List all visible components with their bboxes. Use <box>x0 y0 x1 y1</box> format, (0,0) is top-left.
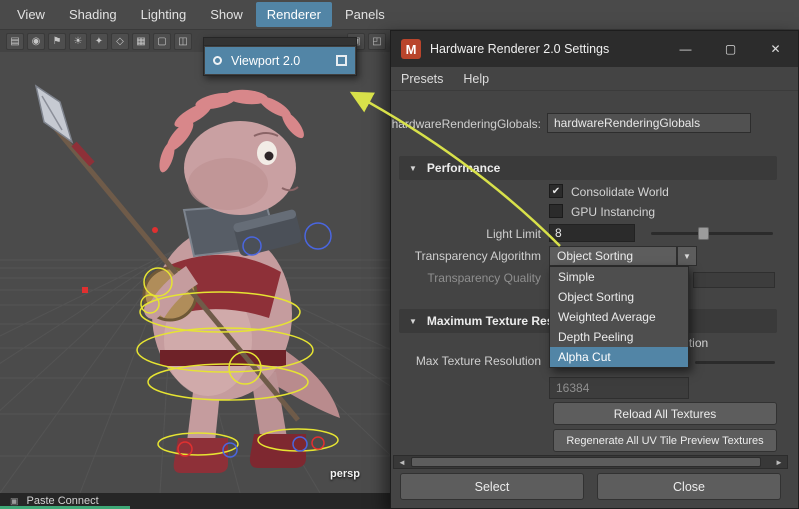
camera-icon[interactable]: ◉ <box>27 32 45 50</box>
check-icon: ✔ <box>551 185 561 197</box>
move-tool-icon[interactable]: ✦ <box>90 32 108 50</box>
grid-toggle-icon[interactable]: ▦ <box>132 32 150 50</box>
gpu-instancing-checkbox[interactable] <box>549 204 563 218</box>
dropdown-arrow-button[interactable]: ▼ <box>677 246 697 266</box>
film-icon[interactable]: ▤ <box>6 32 24 50</box>
dialog-menubar: Presets Help <box>391 67 798 91</box>
globals-field[interactable]: hardwareRenderingGlobals <box>547 113 751 133</box>
max-texture-resolution-label: Max Texture Resolution <box>415 354 541 368</box>
dropdown-option-weighted-average[interactable]: Weighted Average <box>550 307 688 327</box>
menu-shading[interactable]: Shading <box>58 2 128 27</box>
menu-item-label: Viewport 2.0 <box>231 53 301 68</box>
character-model[interactable] <box>34 84 340 473</box>
wireframe-cube-icon[interactable]: ◰ <box>368 32 386 50</box>
chevron-down-icon: ▼ <box>683 251 691 261</box>
clipboard-icon: ▣ <box>10 495 19 506</box>
light-limit-input[interactable] <box>549 224 635 242</box>
scroll-left-icon[interactable]: ◄ <box>394 456 410 468</box>
transparency-algorithm-label: Transparency Algorithm <box>414 249 541 263</box>
camera-label: persp <box>330 468 360 480</box>
close-window-button[interactable]: ✕ <box>753 31 798 67</box>
menu-renderer[interactable]: Renderer <box>255 2 332 27</box>
dropdown-option-depth-peeling[interactable]: Depth Peeling <box>550 327 688 347</box>
transparency-algorithm-option-list: Simple Object Sorting Weighted Average D… <box>549 266 689 368</box>
dropdown-option-simple[interactable]: Simple <box>550 267 688 287</box>
light-limit-label: Light Limit <box>486 227 541 241</box>
menu-help[interactable]: Help <box>453 72 499 86</box>
section-performance-title: Performance <box>426 161 501 175</box>
option-box-icon[interactable] <box>336 55 347 66</box>
menu-tearoff-strip[interactable] <box>204 38 356 46</box>
scroll-right-icon[interactable]: ► <box>771 456 787 468</box>
viewport-canvas[interactable] <box>0 52 390 493</box>
minimize-button[interactable]: — <box>663 31 708 67</box>
globals-label: hardwareRenderingGlobals: <box>391 117 541 131</box>
collapse-arrow-icon: ▼ <box>409 316 417 326</box>
transparency-quality-disabled-slider <box>693 272 775 288</box>
menu-show[interactable]: Show <box>199 2 254 27</box>
snap-icon[interactable]: ◇ <box>111 32 129 50</box>
menu-presets[interactable]: Presets <box>391 72 453 86</box>
max-texture-resolution-slider[interactable] <box>695 361 775 364</box>
dropdown-option-alpha-cut[interactable]: Alpha Cut <box>550 347 688 367</box>
dropdown-option-object-sorting[interactable]: Object Sorting <box>550 287 688 307</box>
select-button[interactable]: Select <box>400 473 584 500</box>
consolidate-world-checkbox[interactable]: ✔ <box>549 184 563 198</box>
hardware-renderer-settings-dialog: M Hardware Renderer 2.0 Settings — ▢ ✕ P… <box>390 30 799 509</box>
panel-menubar: View Shading Lighting Show Renderer Pane… <box>0 0 799 30</box>
transparency-quality-label: Transparency Quality <box>427 271 541 285</box>
renderer-menu-panel: Viewport 2.0 <box>203 37 357 76</box>
max-texture-resolution-value-field: 16384 <box>549 377 689 399</box>
horizontal-scrollbar[interactable]: ◄ ► <box>393 455 788 469</box>
maya-app-icon: M <box>401 39 421 59</box>
consolidate-world-label: Consolidate World <box>571 185 669 199</box>
menu-lighting[interactable]: Lighting <box>130 2 198 27</box>
gpu-instancing-label: GPU Instancing <box>571 205 656 219</box>
regenerate-uv-previews-button[interactable]: Regenerate All UV Tile Preview Textures <box>553 429 777 452</box>
single-pane-icon[interactable]: ▢ <box>153 32 171 50</box>
reload-all-textures-button[interactable]: Reload All Textures <box>553 402 777 425</box>
menu-panels[interactable]: Panels <box>334 2 396 27</box>
section-performance[interactable]: ▼ Performance <box>399 156 777 180</box>
dialog-titlebar[interactable]: M Hardware Renderer 2.0 Settings — ▢ ✕ <box>391 31 798 67</box>
transparency-algorithm-dropdown[interactable]: Object Sorting <box>549 246 677 266</box>
menu-item-viewport20[interactable]: Viewport 2.0 <box>205 47 355 74</box>
menu-view[interactable]: View <box>6 2 56 27</box>
bookmark-icon[interactable]: ⚑ <box>48 32 66 50</box>
radio-selected-icon <box>213 56 222 65</box>
dialog-title: Hardware Renderer 2.0 Settings <box>430 42 610 56</box>
viewport-panel[interactable] <box>0 52 390 493</box>
light-icon[interactable]: ☀ <box>69 32 87 50</box>
maximize-button[interactable]: ▢ <box>708 31 753 67</box>
light-limit-slider[interactable] <box>651 227 773 240</box>
split-pane-icon[interactable]: ◫ <box>174 32 192 50</box>
light-limit-slider-handle[interactable] <box>698 227 709 240</box>
close-button[interactable]: Close <box>597 473 781 500</box>
scrollbar-thumb[interactable] <box>411 457 761 467</box>
collapse-arrow-icon: ▼ <box>409 163 417 173</box>
